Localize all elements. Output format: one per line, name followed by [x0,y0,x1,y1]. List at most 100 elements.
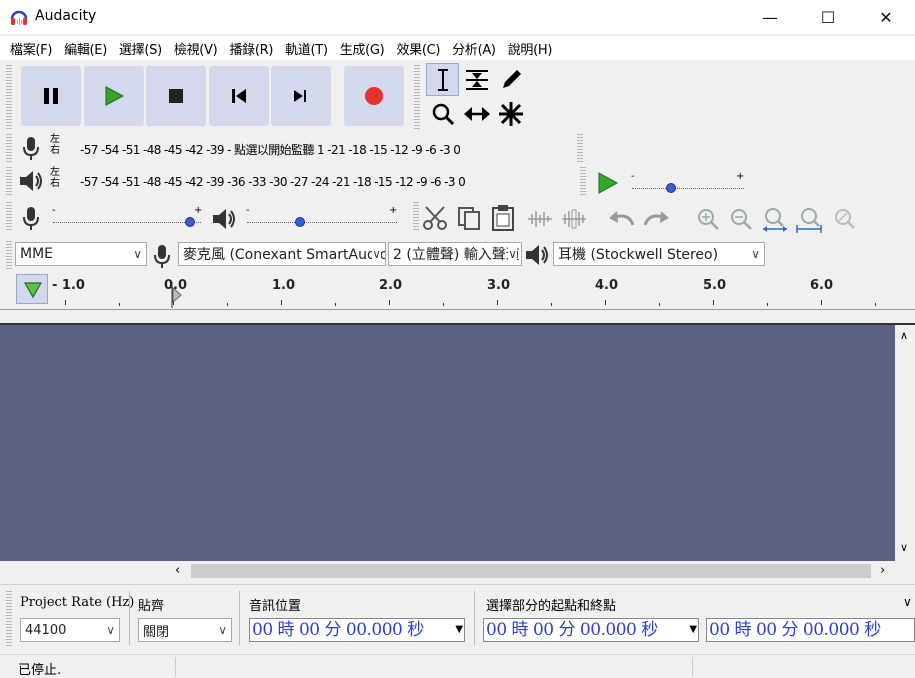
menu-view[interactable]: 檢視(V) [168,39,224,58]
trim-audio-icon[interactable] [526,209,554,229]
speed-plus: + [736,171,745,182]
undo-icon[interactable] [607,209,637,229]
project-rate-value: 44100 [25,622,67,638]
timeline-tick [389,300,390,305]
pencil-icon [502,69,521,88]
chevron-down-icon: ∨ [106,623,115,637]
snap-select[interactable]: 關閉 ∨ [138,618,232,642]
menu-help[interactable]: 說明(H) [502,39,558,58]
separator [129,591,130,645]
pause-button[interactable] [21,66,81,126]
play-head-icon[interactable] [170,282,182,308]
record-channels-value: 2 (立體聲) 輸入聲道 [393,247,520,263]
speed-slider-knob[interactable] [666,183,677,193]
timeline-options-button[interactable] [16,274,48,304]
scroll-down-icon[interactable]: ∨ [900,541,908,554]
time-shift-tool-button[interactable] [460,97,493,130]
right-channel-label: 右 [50,178,60,189]
play-meter[interactable]: -57 -54 -51 -48 -45 -42 -39 -36 -33 -30 … [80,175,570,189]
menu-tracks[interactable]: 軌道(T) [279,39,334,58]
menu-analyze[interactable]: 分析(A) [446,39,502,58]
magnifier-icon [432,103,454,125]
microphone-icon[interactable] [20,135,42,161]
fit-project-icon[interactable] [795,207,823,233]
speed-slider-track[interactable] [632,188,744,189]
timeline-tick [821,300,822,305]
scroll-right-icon[interactable]: › [880,563,885,578]
stop-button[interactable] [146,66,206,126]
zoom-toggle-icon[interactable] [831,207,857,231]
play-volume-slider-track[interactable] [247,222,397,223]
toolbar-grip[interactable] [6,167,12,197]
toolbar-grip[interactable] [6,65,12,129]
chevron-down-icon: ∨ [372,247,381,261]
skip-start-button[interactable] [209,66,269,126]
play-at-speed-icon[interactable] [596,171,620,195]
menu-edit[interactable]: 編輯(E) [58,39,113,58]
record-meter[interactable]: -57 -54 -51 -48 -45 -42 -39 - 點選以開始監聽 1 … [80,141,570,158]
silence-audio-icon[interactable] [560,209,588,229]
record-channels-select[interactable]: 2 (立體聲) 輸入聲道 ∨ [388,242,522,266]
horizontal-scrollbar[interactable]: ‹ › [0,561,915,581]
vertical-scrollbar[interactable]: ∧ ∨ [895,325,915,561]
record-volume-slider-track[interactable] [53,222,201,223]
chevron-down-icon: ∨ [218,623,227,637]
scroll-left-icon[interactable]: ‹ [175,563,180,578]
audio-host-value: MME [20,246,54,262]
menu-effect[interactable]: 效果(C) [390,39,446,58]
close-button[interactable]: ✕ [857,0,915,34]
toolbar-grip[interactable] [580,167,586,197]
speaker-icon[interactable] [18,169,44,193]
selection-end-time[interactable]: 00 時 00 分 00.000 秒 [706,618,915,642]
selection-tool-button[interactable] [426,63,459,96]
audio-position-time[interactable]: 00 時 00 分 00.000 秒 ▼ [249,618,465,642]
fit-selection-icon[interactable] [761,207,789,233]
selection-start-time[interactable]: 00 時 00 分 00.000 秒 ▼ [483,618,699,642]
timeline-ruler[interactable]: - 1.0 0.0 1.0 2.0 3.0 4.0 5.0 6.0 [0,272,915,310]
timeline-tick [551,303,552,306]
project-rate-select[interactable]: 44100 ∨ [20,618,120,642]
toolbar-grip[interactable] [577,134,583,164]
record-volume-slider-knob[interactable] [185,217,196,227]
paste-icon[interactable] [490,204,516,232]
skip-end-button[interactable] [271,66,331,126]
toolbar-grip[interactable] [414,65,420,129]
play-button[interactable] [84,66,144,126]
menu-generate[interactable]: 生成(G) [334,39,391,58]
record-device-microphone-icon [154,245,170,268]
play-volume-slider-knob[interactable] [294,217,305,227]
redo-icon[interactable] [641,209,671,229]
menu-file[interactable]: 檔案(F) [4,39,58,58]
caret-down-icon[interactable]: ▼ [688,619,698,641]
envelope-tool-button[interactable] [460,63,493,96]
copy-icon[interactable] [456,205,482,231]
toolbar-grip[interactable] [6,202,12,232]
minimize-button[interactable]: — [741,0,799,34]
zoom-out-icon[interactable] [729,207,753,231]
zoom-in-icon[interactable] [696,207,720,231]
toolbar-grip[interactable] [6,134,12,164]
track-area[interactable] [0,325,895,561]
multi-tool-button[interactable] [494,97,527,130]
audio-host-select[interactable]: MME ∨ [15,242,147,266]
toolbar-grip[interactable] [6,241,12,269]
play-device-select[interactable]: 耳機 (Stockwell Stereo) ∨ [553,242,765,266]
maximize-button[interactable]: ☐ [799,0,857,34]
toolbar-grip[interactable] [413,202,419,232]
toolbar-grip[interactable] [6,591,12,647]
horizontal-scroll-thumb[interactable] [191,564,871,578]
timeline-label: 6.0 [810,278,834,293]
scroll-up-icon[interactable]: ∧ [900,329,908,342]
caret-down-icon[interactable]: ▼ [454,619,464,641]
zoom-tool-button[interactable] [426,97,459,130]
draw-tool-button[interactable] [494,63,527,96]
record-volume-minus: - [52,205,56,216]
chevron-down-icon[interactable]: ∨ [903,595,912,609]
record-button[interactable] [344,66,404,126]
play-volume-minus: - [246,205,250,216]
record-device-select[interactable]: 麥克風 (Conexant SmartAudio ∨ [178,242,386,266]
menu-transport[interactable]: 播錄(R) [223,39,279,58]
pause-icon [44,88,58,104]
cut-icon[interactable] [422,205,448,231]
menu-select[interactable]: 選擇(S) [113,39,168,58]
